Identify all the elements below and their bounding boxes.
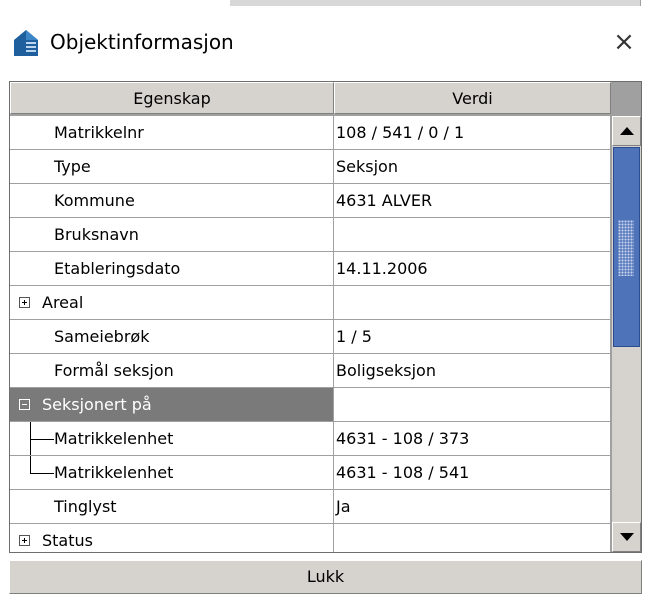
title-bar[interactable]: Objektinformasjon × <box>0 14 651 72</box>
table-row[interactable]: Status <box>10 524 611 552</box>
table-row[interactable]: Matrikkelnr 108 / 541 / 0 / 1 <box>10 116 611 150</box>
property-label: Matrikkelnr <box>54 123 144 142</box>
property-cell[interactable]: Status <box>10 524 334 552</box>
value-cell[interactable] <box>334 524 611 552</box>
property-label: Type <box>54 157 91 176</box>
value-cell[interactable]: Seksjon <box>334 150 611 184</box>
close-icon[interactable]: × <box>597 18 651 68</box>
value-cell[interactable]: 108 / 541 / 0 / 1 <box>334 116 611 150</box>
tree-connector-icon <box>30 422 54 455</box>
property-cell[interactable]: Tinglyst <box>10 490 334 524</box>
scroll-down-button[interactable] <box>612 522 641 552</box>
table-row[interactable]: Sameiebrøk 1 / 5 <box>10 320 611 354</box>
property-cell[interactable]: Areal <box>10 286 334 320</box>
property-cell[interactable]: Bruksnavn <box>10 218 334 252</box>
background-segment <box>230 0 341 6</box>
property-label: Areal <box>42 293 84 312</box>
scroll-thumb[interactable] <box>613 147 640 347</box>
window-title: Objektinformasjon <box>50 30 234 54</box>
scroll-up-arrow-icon <box>620 127 634 135</box>
house-icon <box>14 30 38 56</box>
table-row[interactable]: Type Seksjon <box>10 150 611 184</box>
lukk-button[interactable]: Lukk <box>9 560 642 594</box>
property-label: Bruksnavn <box>54 225 139 244</box>
value-cell[interactable]: 4631 - 108 / 541 <box>334 456 611 490</box>
property-label: Kommune <box>54 191 135 210</box>
property-grid[interactable]: Egenskap Verdi Matrikkelnr 108 / 541 / 0 … <box>9 81 642 553</box>
property-cell[interactable]: Formål seksjon <box>10 354 334 388</box>
table-row[interactable]: Tinglyst Ja <box>10 490 611 524</box>
background-window-strip <box>0 0 651 14</box>
column-headers: Egenskap Verdi <box>10 82 613 116</box>
property-cell[interactable]: Seksjonert på <box>10 388 334 422</box>
tree-connector-icon <box>30 456 54 489</box>
value-cell[interactable]: Ja <box>334 490 611 524</box>
table-row[interactable]: Bruksnavn <box>10 218 611 252</box>
value-cell[interactable]: Boligseksjon <box>334 354 611 388</box>
property-cell[interactable]: Type <box>10 150 334 184</box>
table-row[interactable]: Matrikkelenhet 4631 - 108 / 373 <box>10 422 611 456</box>
collapse-minus-icon[interactable] <box>19 399 30 410</box>
value-cell[interactable]: 1 / 5 <box>334 320 611 354</box>
property-cell[interactable]: Sameiebrøk <box>10 320 334 354</box>
value-cell[interactable]: 4631 ALVER <box>334 184 611 218</box>
column-header-verdi[interactable]: Verdi <box>334 82 611 114</box>
scroll-down-arrow-icon <box>620 533 634 541</box>
table-row[interactable]: Seksjonert på <box>10 388 611 422</box>
table-row[interactable]: Formål seksjon Boligseksjon <box>10 354 611 388</box>
scroll-up-button[interactable] <box>612 116 641 146</box>
table-row[interactable]: Areal <box>10 286 611 320</box>
property-cell[interactable]: Matrikkelnr <box>10 116 334 150</box>
property-label: Formål seksjon <box>54 361 174 380</box>
vertical-scrollbar[interactable] <box>611 116 641 552</box>
table-row[interactable]: Kommune 4631 ALVER <box>10 184 611 218</box>
property-cell[interactable]: Etableringsdato <box>10 252 334 286</box>
value-cell[interactable]: 14.11.2006 <box>334 252 611 286</box>
property-label: Etableringsdato <box>54 259 181 278</box>
value-cell[interactable] <box>334 218 611 252</box>
value-cell[interactable] <box>334 286 611 320</box>
expand-plus-icon[interactable] <box>19 535 30 546</box>
table-row[interactable]: Matrikkelenhet 4631 - 108 / 541 <box>10 456 611 490</box>
background-segment <box>340 0 641 6</box>
value-cell[interactable]: 4631 - 108 / 373 <box>334 422 611 456</box>
property-cell[interactable]: Matrikkelenhet <box>10 456 334 490</box>
scroll-grip-icon <box>618 220 634 276</box>
property-label: Seksjonert på <box>42 395 152 414</box>
property-cell[interactable]: Matrikkelenhet <box>10 422 334 456</box>
property-cell[interactable]: Kommune <box>10 184 334 218</box>
property-label: Tinglyst <box>54 497 117 516</box>
column-header-egenskap[interactable]: Egenskap <box>10 82 334 114</box>
property-label: Matrikkelenhet <box>54 429 174 448</box>
value-cell[interactable] <box>334 388 611 422</box>
property-label: Sameiebrøk <box>54 327 150 346</box>
table-row[interactable]: Etableringsdato 14.11.2006 <box>10 252 611 286</box>
property-label: Matrikkelenhet <box>54 463 174 482</box>
grid-rows: Matrikkelnr 108 / 541 / 0 / 1 Type Seksjon K… <box>10 116 611 552</box>
expand-plus-icon[interactable] <box>19 297 30 308</box>
property-label: Status <box>42 531 93 550</box>
